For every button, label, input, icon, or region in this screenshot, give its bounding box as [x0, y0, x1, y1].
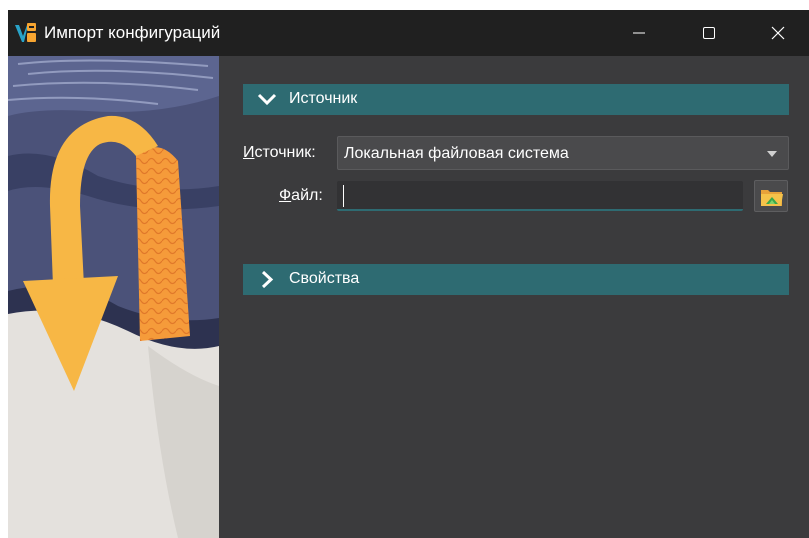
window-title: Импорт конфигураций [44, 23, 221, 42]
file-label: Файл: [279, 187, 323, 204]
close-button[interactable] [744, 10, 809, 56]
title-bar: Импорт конфигураций [8, 10, 809, 56]
minimize-button[interactable] [605, 10, 673, 56]
close-icon [771, 26, 785, 40]
import-illustration [8, 56, 219, 538]
section-title-properties: Свойства [289, 270, 360, 287]
import-configurations-window: Импорт конфигураций Источник Источник: Л… [8, 10, 809, 538]
open-folder-icon [761, 190, 783, 206]
app-logo-icon [15, 23, 36, 42]
maximize-icon [703, 27, 715, 39]
source-select[interactable]: Локальная файловая система [337, 136, 789, 170]
chevron-right-icon [261, 271, 274, 288]
maximize-button[interactable] [675, 10, 743, 56]
section-header-properties[interactable]: Свойства [243, 264, 789, 295]
minimize-icon [633, 32, 645, 34]
browse-file-button[interactable] [754, 180, 788, 212]
chevron-down-icon [257, 93, 277, 106]
source-select-value: Локальная файловая система [344, 145, 569, 162]
dropdown-arrow-icon [767, 151, 777, 157]
text-caret [343, 185, 344, 207]
source-label: Источник: [243, 144, 316, 161]
section-title-source: Источник [289, 90, 358, 107]
file-path-input[interactable] [337, 181, 743, 211]
content-panel: Источник Источник: Локальная файловая си… [219, 56, 809, 538]
section-header-source[interactable]: Источник [243, 84, 789, 115]
